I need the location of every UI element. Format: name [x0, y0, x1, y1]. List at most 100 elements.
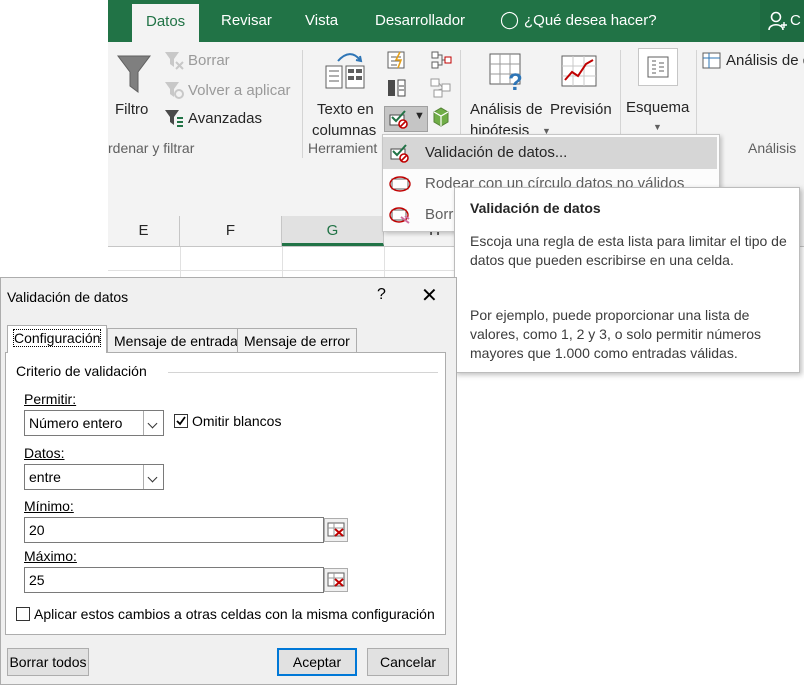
texto-en-label: Texto en: [317, 101, 374, 118]
tooltip-paragraph: Escoja una regla de esta lista para limi…: [470, 233, 787, 268]
funnel-icon: [117, 55, 151, 93]
maximo-range-button[interactable]: [324, 568, 348, 592]
menu-item-label: Validación de datos...: [425, 144, 568, 161]
dialog-title: Validación de datos: [7, 289, 129, 305]
analisis-de-label: Análisis de: [470, 101, 543, 118]
chevron-down-icon: [143, 411, 163, 435]
omitir-blancos-label[interactable]: Omitir blancos: [192, 413, 281, 429]
tab-label: Configuración: [12, 329, 102, 347]
what-if-icon: ?: [489, 53, 523, 92]
omitir-blancos-checkbox[interactable]: [174, 414, 188, 428]
permitir-value: Número entero: [29, 415, 123, 431]
tooltip-paragraph: Por ejemplo, puede proporcionar una list…: [470, 307, 762, 361]
cancelar-button[interactable]: Cancelar: [367, 648, 449, 676]
menu-item-label: Borr: [425, 206, 454, 223]
validacion-dropdown-button[interactable]: ▼: [384, 106, 428, 132]
chevron-down-icon: ▼: [653, 122, 662, 132]
columnas-label: columnas: [312, 122, 377, 139]
account-label: C: [790, 12, 801, 29]
borrar-filter-button[interactable]: Borrar: [188, 52, 230, 69]
maximo-label: Máximo:: [24, 548, 77, 564]
data-validation-icon: [390, 144, 409, 163]
apply-all-checkbox[interactable]: [16, 607, 30, 621]
range-select-icon: [327, 572, 345, 587]
avanzadas-button[interactable]: Avanzadas: [188, 110, 262, 127]
esquema-button[interactable]: Esquema ▼: [622, 48, 692, 134]
advanced-filter-icon: [165, 110, 183, 127]
aceptar-button[interactable]: Aceptar: [277, 648, 357, 676]
outline-icon-frame: [638, 48, 678, 86]
analysis-group-label: Análisis: [748, 140, 797, 156]
validation-tooltip: Validación de datos Escoja una regla de …: [454, 187, 800, 373]
borrar-todos-button[interactable]: Borrar todos: [7, 648, 89, 676]
minimo-label: Mínimo:: [24, 498, 74, 514]
minimo-value: 20: [29, 522, 45, 538]
filtro-button[interactable]: Filtro: [112, 48, 158, 128]
grid-line: [108, 270, 488, 271]
consolidate-icon[interactable]: [430, 50, 452, 70]
menu-item-validacion-datos[interactable]: Validación de datos...: [383, 137, 717, 169]
clear-filter-icon: [165, 52, 184, 70]
maximo-input[interactable]: 25: [24, 567, 324, 593]
tell-me-search[interactable]: ¿Qué desea hacer?: [524, 12, 657, 29]
person-icon: [768, 11, 787, 31]
remove-duplicates-icon[interactable]: [386, 78, 408, 98]
filtro-label: Filtro: [115, 101, 149, 118]
tab-vista[interactable]: Vista: [305, 12, 338, 29]
clear-circles-icon: [389, 207, 410, 224]
datos-select[interactable]: entre: [24, 464, 164, 490]
chevron-down-icon: ▼: [414, 110, 425, 122]
group-separator: [302, 50, 303, 158]
flash-fill-icon[interactable]: [386, 50, 408, 70]
tab-mensaje-error[interactable]: Mensaje de error: [237, 328, 357, 352]
esquema-label: Esquema: [626, 99, 690, 116]
datos-label: Datos:: [24, 445, 65, 461]
section-label: Criterio de validación: [16, 363, 147, 379]
close-icon[interactable]: ✕: [421, 283, 438, 308]
data-model-icon[interactable]: [430, 106, 452, 128]
chevron-down-icon: [143, 465, 163, 489]
maximo-value: 25: [29, 572, 45, 588]
analisis-datos-button[interactable]: Análisis de d: [726, 52, 804, 69]
range-select-icon: [327, 522, 345, 537]
reapply-icon: [165, 82, 184, 99]
data-validation-icon: [389, 110, 408, 129]
apply-all-label[interactable]: Aplicar estos cambios a otras celdas con…: [34, 606, 435, 622]
data-analysis-icon[interactable]: [702, 52, 722, 70]
column-header-f[interactable]: F: [180, 216, 282, 246]
analisis-hipotesis-button[interactable]: ? Análisis de hipótesis ▼: [466, 48, 551, 139]
sort-filter-group-label: rdenar y filtrar: [108, 140, 195, 156]
help-icon[interactable]: ?: [377, 286, 386, 304]
minimo-range-button[interactable]: [324, 518, 348, 542]
circle-invalid-icon: [389, 176, 411, 192]
svg-text:?: ?: [508, 69, 523, 92]
column-header-e[interactable]: E: [108, 216, 180, 246]
tab-mensaje-entrada[interactable]: Mensaje de entrada: [107, 328, 245, 352]
lightbulb-icon: ◯: [500, 10, 520, 29]
relationships-icon[interactable]: [430, 78, 452, 98]
text-to-columns-icon: [325, 53, 365, 89]
account-area[interactable]: C: [760, 0, 804, 42]
texto-en-columnas-button[interactable]: Texto en columnas: [308, 48, 382, 139]
tab-datos[interactable]: Datos: [132, 4, 200, 42]
forecast-sheet-icon: [561, 55, 597, 87]
tooltip-title: Validación de datos: [470, 200, 601, 216]
volver-aplicar-button[interactable]: Volver a aplicar: [188, 82, 291, 99]
prevision-label: Previsión: [550, 101, 612, 118]
section-divider: [168, 372, 438, 373]
validation-dialog: Validación de datos ? ✕ Configuración Me…: [0, 277, 457, 685]
tab-configuracion[interactable]: Configuración: [7, 325, 108, 353]
permitir-select[interactable]: Número entero: [24, 410, 164, 436]
prevision-button[interactable]: Previsión: [548, 48, 614, 134]
data-tools-group-label: Herramient: [308, 140, 378, 156]
permitir-label: Permitir:: [24, 391, 77, 407]
tab-revisar[interactable]: Revisar: [221, 12, 272, 29]
tab-panel: Criterio de validación Permitir: Número …: [5, 352, 446, 635]
minimo-input[interactable]: 20: [24, 517, 324, 543]
checkmark-icon: [176, 416, 186, 426]
datos-value: entre: [29, 469, 61, 485]
tab-desarrollador[interactable]: Desarrollador: [375, 12, 465, 29]
column-header-g[interactable]: G: [282, 216, 384, 246]
outline-icon: [647, 56, 669, 78]
ribbon-tab-bar: Datos Revisar Vista Desarrollador ◯ ¿Qué…: [108, 0, 804, 42]
